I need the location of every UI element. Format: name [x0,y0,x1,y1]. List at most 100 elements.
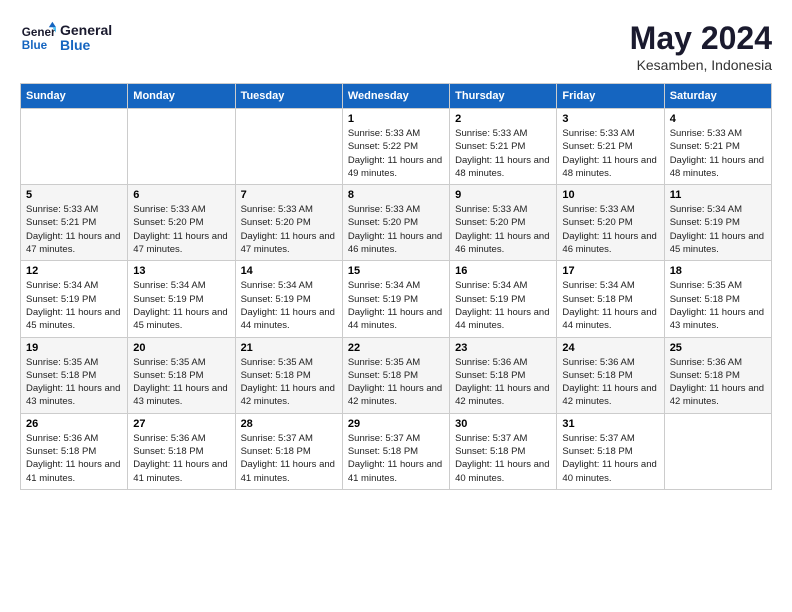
day-info: Sunrise: 5:35 AMSunset: 5:18 PMDaylight:… [670,279,766,332]
day-info: Sunrise: 5:33 AMSunset: 5:21 PMDaylight:… [26,203,122,256]
title-block: May 2024 Kesamben, Indonesia [630,20,772,73]
day-number: 22 [348,342,444,354]
day-number: 5 [26,189,122,201]
day-number: 31 [562,418,658,430]
calendar-cell: 21Sunrise: 5:35 AMSunset: 5:18 PMDayligh… [235,337,342,413]
weekday-header: Thursday [450,84,557,109]
calendar-cell: 29 Sunrise: 5:37 AMSunset: 5:18 PMDayligh… [342,413,449,489]
calendar-cell: 20Sunrise: 5:35 AMSunset: 5:18 PMDayligh… [128,337,235,413]
svg-text:General: General [22,26,56,39]
day-number: 10 [562,189,658,201]
calendar-cell: 11Sunrise: 5:34 AMSunset: 5:19 PMDayligh… [664,185,771,261]
calendar-cell [235,109,342,185]
day-number: 23 [455,342,551,354]
day-number: 6 [133,189,229,201]
calendar-cell: 26Sunrise: 5:36 AMSunset: 5:18 PMDayligh… [21,413,128,489]
day-info: Sunrise: 5:33 AMSunset: 5:21 PMDaylight:… [670,127,766,180]
calendar-header-row: SundayMondayTuesdayWednesdayThursdayFrid… [21,84,772,109]
day-info: Sunrise: 5:34 AMSunset: 5:19 PMDaylight:… [241,279,337,332]
day-number: 1 [348,113,444,125]
calendar-cell: 30Sunrise: 5:37 AMSunset: 5:18 PMDayligh… [450,413,557,489]
day-info: Sunrise: 5:33 AMSunset: 5:20 PMDaylight:… [455,203,551,256]
day-number: 26 [26,418,122,430]
page-header: General Blue General Blue May 2024 Kesam… [20,20,772,73]
calendar-cell: 25 Sunrise: 5:36 AMSunset: 5:18 PMDayligh… [664,337,771,413]
day-number: 8 [348,189,444,201]
day-info: Sunrise: 5:33 AMSunset: 5:20 PMDaylight:… [562,203,658,256]
day-number: 25 [670,342,766,354]
day-number: 2 [455,113,551,125]
day-number: 29 [348,418,444,430]
day-number: 7 [241,189,337,201]
day-info: Sunrise: 5:35 AMSunset: 5:18 PMDaylight:… [241,356,337,409]
location-subtitle: Kesamben, Indonesia [630,57,772,73]
calendar-cell: 2 Sunrise: 5:33 AMSunset: 5:21 PMDaylight… [450,109,557,185]
day-info: Sunrise: 5:35 AMSunset: 5:18 PMDaylight:… [133,356,229,409]
day-info: Sunrise: 5:34 AMSunset: 5:18 PMDaylight:… [562,279,658,332]
calendar-week-row: 12Sunrise: 5:34 AMSunset: 5:19 PMDayligh… [21,261,772,337]
day-info: Sunrise: 5:34 AMSunset: 5:19 PMDaylight:… [26,279,122,332]
day-info: Sunrise: 5:36 AMSunset: 5:18 PMDaylight:… [133,432,229,485]
day-number: 24 [562,342,658,354]
logo-text-blue: Blue [60,38,112,53]
logo-icon: General Blue [20,20,56,56]
day-info: Sunrise: 5:36 AMSunset: 5:18 PMDaylight:… [670,356,766,409]
day-info: Sunrise: 5:33 AMSunset: 5:21 PMDaylight:… [562,127,658,180]
weekday-header: Sunday [21,84,128,109]
day-info: Sunrise: 5:37 AMSunset: 5:18 PMDaylight:… [241,432,337,485]
calendar-week-row: 19 Sunrise: 5:35 AMSunset: 5:18 PMDayligh… [21,337,772,413]
svg-text:Blue: Blue [22,39,48,52]
day-number: 15 [348,265,444,277]
day-info: Sunrise: 5:34 AMSunset: 5:19 PMDaylight:… [455,279,551,332]
day-number: 18 [670,265,766,277]
day-info: Sunrise: 5:33 AMSunset: 5:21 PMDaylight:… [455,127,551,180]
day-info: Sunrise: 5:36 AMSunset: 5:18 PMDaylight:… [455,356,551,409]
logo-text-general: General [60,23,112,38]
calendar-cell: 18 Sunrise: 5:35 AMSunset: 5:18 PMDayligh… [664,261,771,337]
day-info: Sunrise: 5:34 AMSunset: 5:19 PMDaylight:… [133,279,229,332]
calendar-cell: 5 Sunrise: 5:33 AMSunset: 5:21 PMDaylight… [21,185,128,261]
calendar-cell: 16 Sunrise: 5:34 AMSunset: 5:19 PMDayligh… [450,261,557,337]
day-number: 9 [455,189,551,201]
day-number: 28 [241,418,337,430]
weekday-header: Saturday [664,84,771,109]
day-info: Sunrise: 5:34 AMSunset: 5:19 PMDaylight:… [670,203,766,256]
day-info: Sunrise: 5:33 AMSunset: 5:22 PMDaylight:… [348,127,444,180]
calendar-cell: 22 Sunrise: 5:35 AMSunset: 5:18 PMDayligh… [342,337,449,413]
day-info: Sunrise: 5:36 AMSunset: 5:18 PMDaylight:… [562,356,658,409]
logo: General Blue General Blue [20,20,112,56]
day-number: 19 [26,342,122,354]
day-info: Sunrise: 5:33 AMSunset: 5:20 PMDaylight:… [241,203,337,256]
day-info: Sunrise: 5:34 AMSunset: 5:19 PMDaylight:… [348,279,444,332]
day-number: 17 [562,265,658,277]
calendar-week-row: 1 Sunrise: 5:33 AMSunset: 5:22 PMDaylight… [21,109,772,185]
calendar-cell: 10 Sunrise: 5:33 AMSunset: 5:20 PMDayligh… [557,185,664,261]
month-year-title: May 2024 [630,20,772,57]
day-number: 14 [241,265,337,277]
weekday-header: Friday [557,84,664,109]
day-number: 27 [133,418,229,430]
calendar-cell: 17 Sunrise: 5:34 AMSunset: 5:18 PMDayligh… [557,261,664,337]
calendar-cell: 31 Sunrise: 5:37 AMSunset: 5:18 PMDayligh… [557,413,664,489]
calendar-cell: 9 Sunrise: 5:33 AMSunset: 5:20 PMDaylight… [450,185,557,261]
calendar-cell: 7 Sunrise: 5:33 AMSunset: 5:20 PMDaylight… [235,185,342,261]
day-info: Sunrise: 5:37 AMSunset: 5:18 PMDaylight:… [562,432,658,485]
calendar-cell: 19Sunrise: 5:35 AMSunset: 5:18 PMDayligh… [21,337,128,413]
day-info: Sunrise: 5:33 AMSunset: 5:20 PMDaylight:… [133,203,229,256]
day-number: 3 [562,113,658,125]
calendar-cell: 28 Sunrise: 5:37 AMSunset: 5:18 PMDayligh… [235,413,342,489]
calendar-cell: 27 Sunrise: 5:36 AMSunset: 5:18 PMDayligh… [128,413,235,489]
calendar-cell [664,413,771,489]
calendar-cell: 4Sunrise: 5:33 AMSunset: 5:21 PMDaylight… [664,109,771,185]
day-number: 13 [133,265,229,277]
calendar-cell: 6 Sunrise: 5:33 AMSunset: 5:20 PMDaylight… [128,185,235,261]
calendar-cell: 15 Sunrise: 5:34 AMSunset: 5:19 PMDayligh… [342,261,449,337]
calendar-cell: 1 Sunrise: 5:33 AMSunset: 5:22 PMDaylight… [342,109,449,185]
day-info: Sunrise: 5:37 AMSunset: 5:18 PMDaylight:… [455,432,551,485]
day-number: 16 [455,265,551,277]
calendar-cell: 23 Sunrise: 5:36 AMSunset: 5:18 PMDayligh… [450,337,557,413]
weekday-header: Tuesday [235,84,342,109]
day-info: Sunrise: 5:37 AMSunset: 5:18 PMDaylight:… [348,432,444,485]
day-info: Sunrise: 5:35 AMSunset: 5:18 PMDaylight:… [348,356,444,409]
calendar-cell: 14 Sunrise: 5:34 AMSunset: 5:19 PMDayligh… [235,261,342,337]
